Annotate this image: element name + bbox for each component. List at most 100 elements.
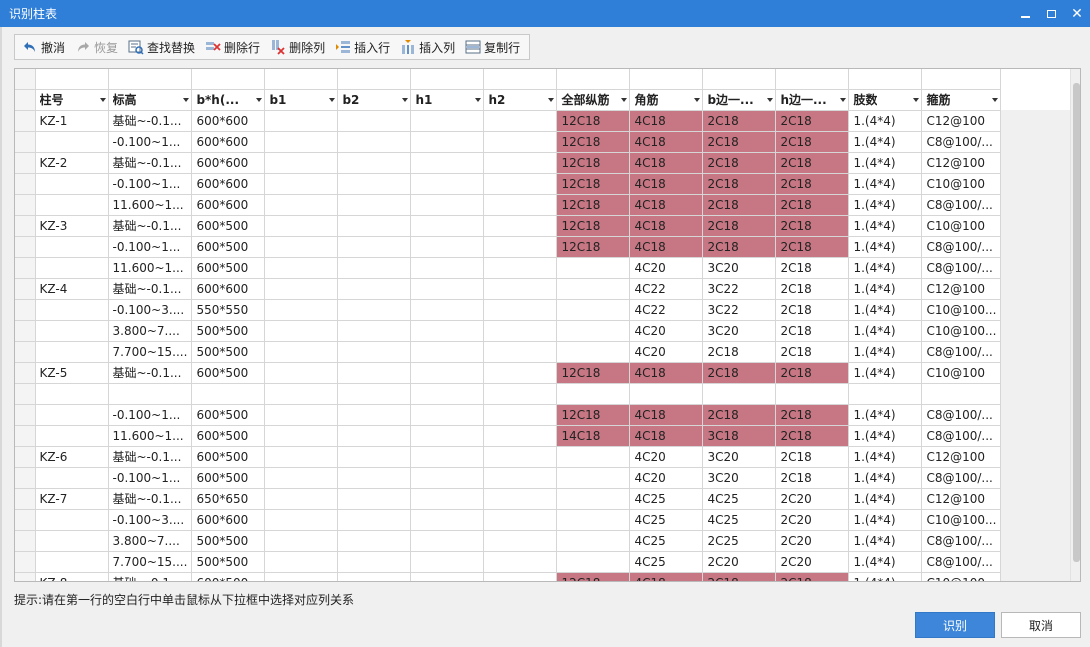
- table-cell[interactable]: [108, 383, 193, 405]
- table-cell[interactable]: 1.(4*4): [848, 530, 923, 552]
- table-cell[interactable]: 600*600: [191, 131, 266, 153]
- table-cell[interactable]: [410, 572, 485, 581]
- table-cell[interactable]: [410, 194, 485, 216]
- table-cell[interactable]: [35, 236, 109, 258]
- table-cell[interactable]: 1.(4*4): [848, 257, 923, 279]
- table-cell[interactable]: [410, 110, 485, 132]
- mapping-cell[interactable]: [337, 69, 412, 90]
- table-cell[interactable]: [35, 299, 109, 321]
- table-cell[interactable]: [264, 530, 339, 552]
- table-cell[interactable]: [483, 467, 558, 489]
- table-cell[interactable]: [483, 530, 558, 552]
- table-cell[interactable]: KZ-8: [35, 572, 109, 581]
- mapping-cell[interactable]: [191, 69, 266, 90]
- table-cell[interactable]: 2C18: [702, 194, 777, 216]
- table-cell[interactable]: [337, 383, 412, 405]
- table-cell[interactable]: 4C25: [629, 530, 704, 552]
- table-cell[interactable]: 4C18: [629, 425, 704, 447]
- table-cell[interactable]: 14C18: [556, 425, 631, 447]
- row-header-cell[interactable]: [15, 131, 36, 153]
- column-header-dropdown[interactable]: 标高: [108, 89, 193, 111]
- table-cell[interactable]: 1.(4*4): [848, 152, 923, 174]
- table-cell[interactable]: KZ-5: [35, 362, 109, 384]
- table-cell[interactable]: 3C18: [702, 425, 777, 447]
- row-header-cell[interactable]: [15, 236, 36, 258]
- table-cell[interactable]: 4C18: [629, 173, 704, 195]
- mapping-cell[interactable]: [264, 69, 339, 90]
- table-cell[interactable]: -0.100~1...: [108, 236, 193, 258]
- table-cell[interactable]: [264, 173, 339, 195]
- table-cell[interactable]: 1.(4*4): [848, 425, 923, 447]
- table-cell[interactable]: 4C22: [629, 278, 704, 300]
- table-cell[interactable]: C10@100: [921, 215, 1002, 237]
- dropdown-arrow-icon[interactable]: [913, 97, 920, 102]
- table-cell[interactable]: [410, 404, 485, 426]
- table-row[interactable]: 11.600~1... 600*500 4C20 3C20 2C18 1.(4*4) C8@…: [15, 257, 1074, 279]
- table-cell[interactable]: [556, 383, 631, 405]
- table-cell[interactable]: C8@100/...: [921, 530, 1002, 552]
- table-cell[interactable]: 1.(4*4): [848, 173, 923, 195]
- table-cell[interactable]: [35, 530, 109, 552]
- table-cell[interactable]: 4C20: [629, 467, 704, 489]
- insert-column-button[interactable]: 插入列: [396, 36, 459, 58]
- table-cell[interactable]: 2C18: [702, 173, 777, 195]
- column-header-dropdown[interactable]: b1: [264, 89, 339, 111]
- table-cell[interactable]: 2C18: [702, 236, 777, 258]
- table-cell[interactable]: [410, 488, 485, 510]
- table-cell[interactable]: [483, 572, 558, 581]
- table-cell[interactable]: 3C20: [702, 467, 777, 489]
- table-cell[interactable]: [483, 320, 558, 342]
- dropdown-arrow-icon[interactable]: [992, 97, 999, 102]
- table-cell[interactable]: 600*600: [191, 152, 266, 174]
- table-cell[interactable]: 11.600~1...: [108, 257, 193, 279]
- table-cell[interactable]: 12C18: [556, 404, 631, 426]
- table-cell[interactable]: [556, 257, 631, 279]
- table-cell[interactable]: 1.(4*4): [848, 509, 923, 531]
- dropdown-arrow-icon[interactable]: [402, 97, 409, 102]
- table-cell[interactable]: KZ-6: [35, 446, 109, 468]
- table-cell[interactable]: [337, 152, 412, 174]
- table-cell[interactable]: [483, 446, 558, 468]
- column-header-dropdown[interactable]: 柱号: [35, 89, 109, 111]
- table-cell[interactable]: [264, 299, 339, 321]
- table-cell[interactable]: [410, 131, 485, 153]
- table-cell[interactable]: [483, 278, 558, 300]
- table-cell[interactable]: [410, 530, 485, 552]
- table-cell[interactable]: 1.(4*4): [848, 320, 923, 342]
- table-cell[interactable]: C12@100: [921, 110, 1002, 132]
- table-row[interactable]: 11.600~1... 600*500 14C18 4C18 3C18 2C18 1.(4*…: [15, 425, 1074, 447]
- table-cell[interactable]: 11.600~1...: [108, 194, 193, 216]
- table-cell[interactable]: C8@100/...: [921, 467, 1002, 489]
- table-cell[interactable]: 1.(4*4): [848, 362, 923, 384]
- table-cell[interactable]: [483, 173, 558, 195]
- table-cell[interactable]: [483, 404, 558, 426]
- table-cell[interactable]: 4C25: [629, 488, 704, 510]
- row-header-cell[interactable]: [15, 467, 36, 489]
- column-header-dropdown[interactable]: 角筋: [629, 89, 704, 111]
- table-cell[interactable]: 1.(4*4): [848, 131, 923, 153]
- row-header-cell[interactable]: [15, 341, 36, 363]
- table-cell[interactable]: 600*600: [191, 173, 266, 195]
- table-cell[interactable]: [337, 404, 412, 426]
- table-cell[interactable]: [556, 341, 631, 363]
- table-cell[interactable]: [556, 446, 631, 468]
- table-cell[interactable]: 2C18: [775, 299, 850, 321]
- column-header-dropdown[interactable]: h边一...: [775, 89, 850, 111]
- table-row[interactable]: -0.100~1... 600*600 12C18 4C18 2C18 2C18 1.(4*…: [15, 173, 1074, 195]
- table-cell[interactable]: [556, 467, 631, 489]
- table-cell[interactable]: [410, 383, 485, 405]
- find-replace-button[interactable]: 查找替换: [124, 36, 199, 58]
- mapping-cell[interactable]: [108, 69, 193, 90]
- table-cell[interactable]: 2C18: [775, 236, 850, 258]
- table-row[interactable]: 3.800~7.... 500*500 4C25 2C25 2C20 1.(4*4) C8@…: [15, 530, 1074, 552]
- table-cell[interactable]: [410, 236, 485, 258]
- table-cell[interactable]: C12@100: [921, 446, 1002, 468]
- table-cell[interactable]: 12C18: [556, 194, 631, 216]
- table-row[interactable]: 7.700~15.... 500*500 4C25 2C20 2C20 1.(4*4) C8…: [15, 551, 1074, 573]
- table-cell[interactable]: 4C18: [629, 194, 704, 216]
- table-cell[interactable]: 1.(4*4): [848, 194, 923, 216]
- table-cell[interactable]: [483, 110, 558, 132]
- row-header-cell[interactable]: [15, 299, 36, 321]
- table-cell[interactable]: [264, 425, 339, 447]
- table-row[interactable]: KZ-2 基础~-0.1... 600*600 12C18 4C18 2C18 2C18 1.…: [15, 152, 1074, 174]
